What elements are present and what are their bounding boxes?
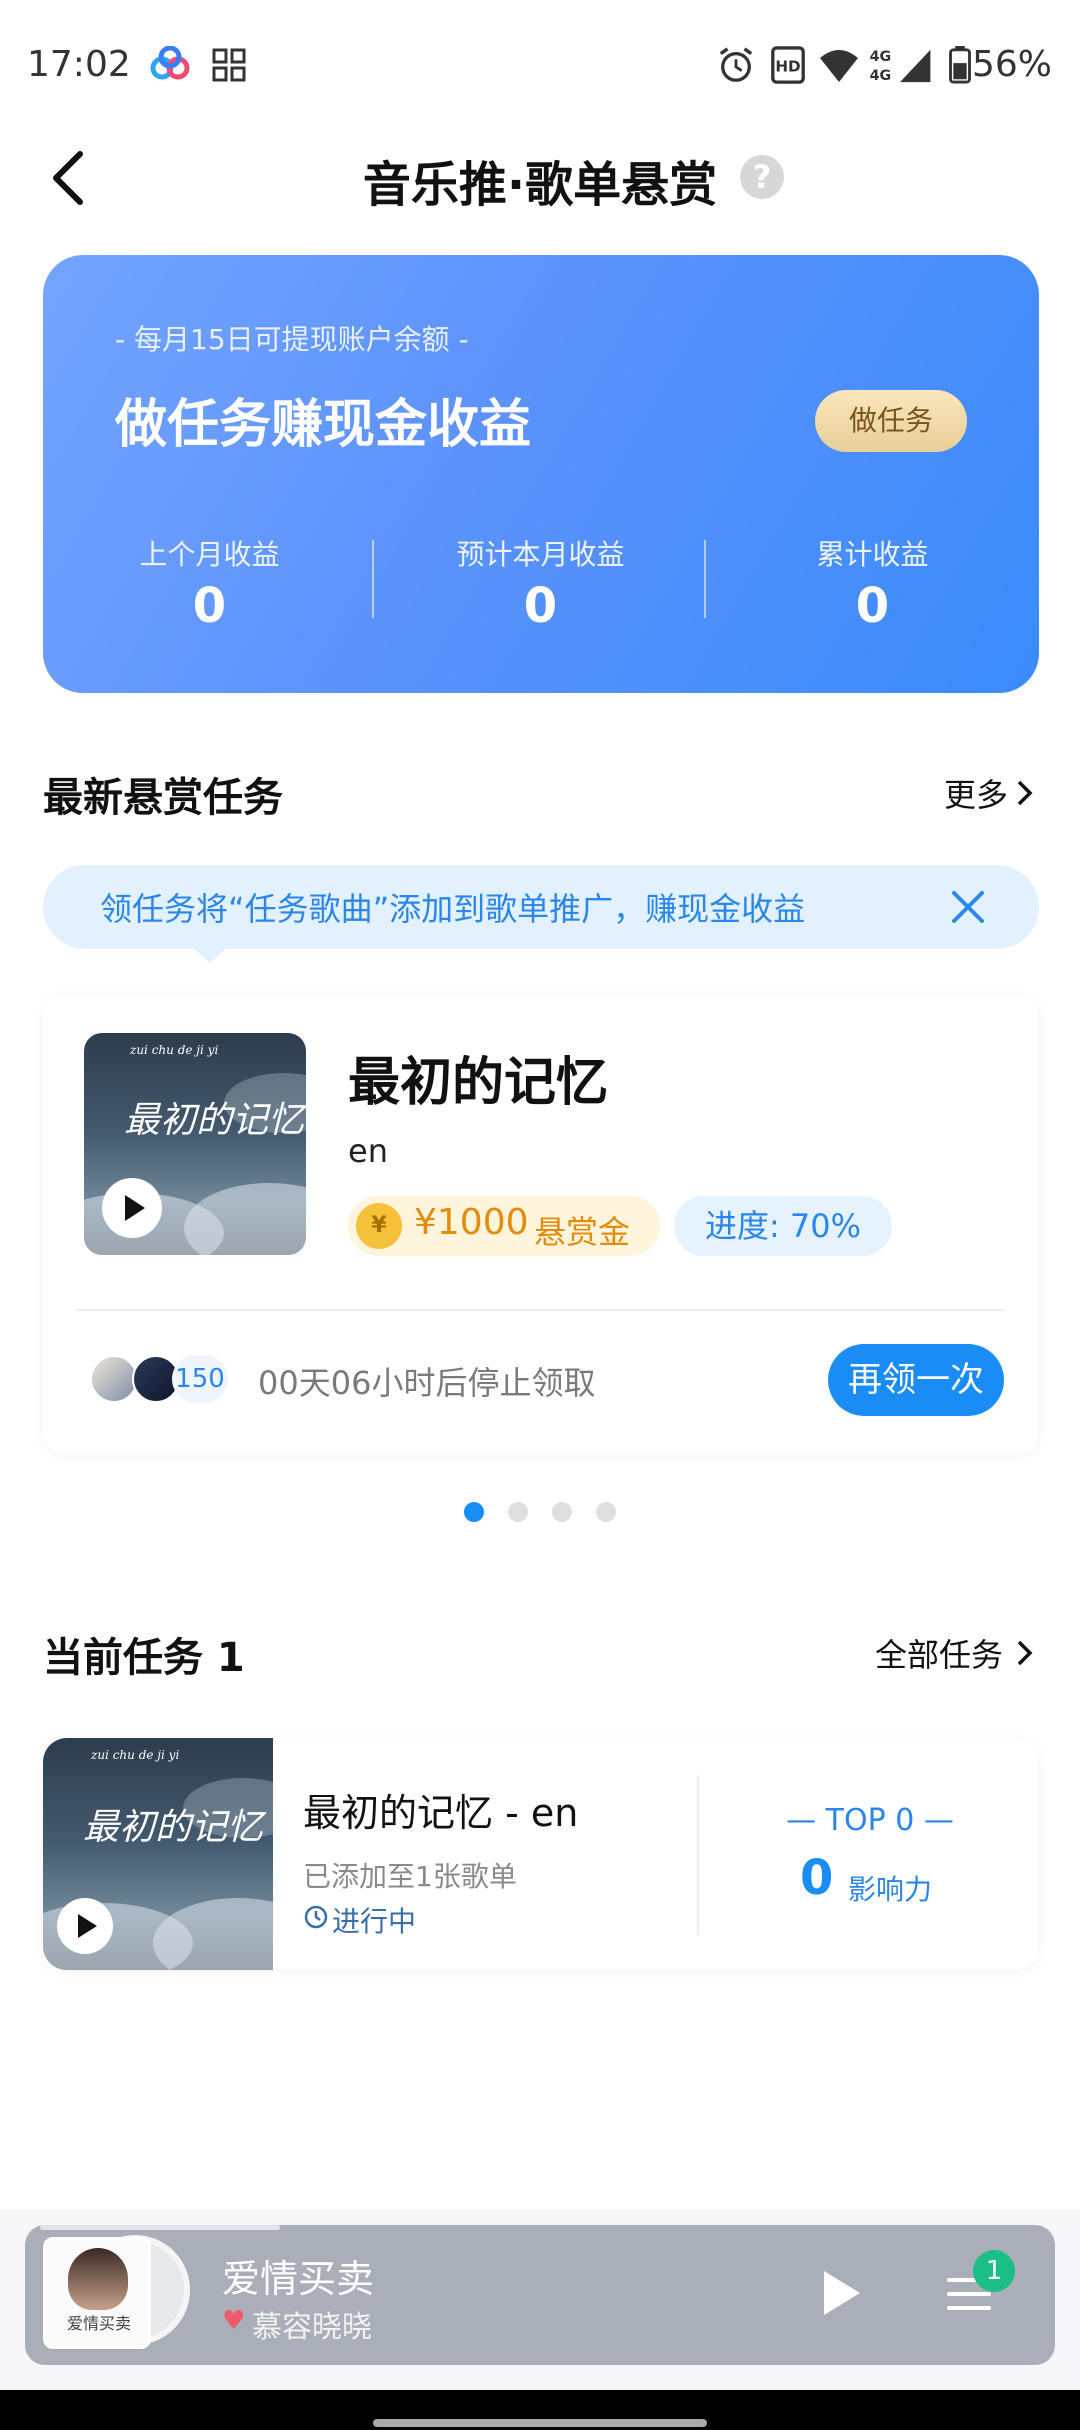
alarm-icon (719, 47, 753, 82)
signal-icon: 4G 4G (870, 49, 931, 84)
carousel-dot[interactable] (464, 1502, 484, 1522)
svg-text:4G: 4G (870, 49, 892, 65)
task-status: 进行中 (332, 1905, 417, 1938)
play-icon[interactable] (820, 2268, 864, 2318)
last-month-label: 上个月收益 (139, 538, 280, 571)
more-link[interactable]: 更多 (944, 770, 1008, 816)
carousel-dot[interactable] (552, 1502, 572, 1522)
status-time: 17:02 (27, 44, 131, 85)
heart-icon[interactable]: ♥ (222, 2306, 245, 2336)
player-song-title: 爱情买卖 (222, 2257, 375, 2301)
play-icon[interactable] (102, 1178, 162, 1238)
coin-icon: ¥ (356, 1203, 402, 1249)
album-cover[interactable]: zui chu de ji yi 最初的记忆 (43, 1738, 273, 1970)
latest-tasks-title: 最新悬赏任务 (43, 775, 283, 821)
bounty-amount: ¥1000 (414, 1202, 529, 1243)
card-divider (77, 1309, 1005, 1311)
card-divider (697, 1775, 699, 1935)
claim-countdown: 00天06小时后停止领取 (258, 1364, 596, 1402)
influence-score: 0 (800, 1850, 834, 1906)
avatar (90, 1355, 138, 1403)
svg-text:HD: HD (775, 58, 800, 76)
chevron-right-icon[interactable] (1015, 778, 1035, 808)
album-cover[interactable]: zui chu de ji yi 最初的记忆 (84, 1033, 306, 1255)
svg-text:4G: 4G (870, 68, 892, 84)
bounty-label: 悬赏金 (534, 1213, 631, 1251)
task-song-title: 最初的记忆 - en (303, 1791, 579, 1835)
chevron-right-icon[interactable] (1015, 1638, 1035, 1668)
current-tasks-title: 当前任务 1 (43, 1635, 245, 1681)
app-logo-icon (150, 46, 190, 80)
this-month-label: 预计本月收益 (456, 538, 625, 571)
progress-badge: 进度: 70% (674, 1196, 892, 1256)
this-month-value: 0 (523, 578, 558, 634)
clock-icon (304, 1905, 328, 1929)
participant-count: 150 (172, 1355, 228, 1403)
rank-label: — TOP 0 — (786, 1803, 954, 1838)
close-icon[interactable] (946, 885, 990, 929)
carousel-dot[interactable] (508, 1502, 528, 1522)
earnings-subtitle: - 每月15日可提现账户余额 - (115, 323, 469, 356)
claim-again-button[interactable]: 再领一次 (828, 1344, 1004, 1416)
play-icon[interactable] (57, 1898, 113, 1954)
tip-pointer (192, 947, 228, 963)
queue-badge: 1 (973, 2250, 1015, 2292)
player-artist: 慕容晓晓 (252, 2310, 372, 2345)
grid-icon (212, 48, 246, 82)
do-task-button[interactable]: 做任务 (815, 390, 967, 452)
carousel-dot[interactable] (596, 1502, 616, 1522)
battery-percent: 56% (971, 44, 1052, 85)
song-artist: en (348, 1132, 388, 1170)
influence-label: 影响力 (848, 1873, 933, 1906)
tip-text: 领任务将“任务歌曲”添加到歌单推广，赚现金收益 (100, 890, 806, 928)
battery-icon (949, 46, 971, 84)
player-progress (40, 2225, 280, 2230)
all-tasks-link[interactable]: 全部任务 (875, 1630, 1003, 1676)
help-icon[interactable]: ? (740, 155, 784, 199)
total-earnings-value: 0 (855, 578, 890, 634)
task-added-info: 已添加至1张歌单 (303, 1860, 517, 1893)
now-playing-thumb[interactable]: 爱情买卖 (43, 2237, 151, 2349)
page-title: 音乐推·歌单悬赏 (362, 157, 718, 213)
earnings-headline: 做任务赚现金收益 (115, 395, 532, 455)
total-earnings-label: 累计收益 (816, 538, 929, 571)
last-month-value: 0 (192, 578, 227, 634)
nfc-icon: HD (771, 46, 805, 84)
song-title: 最初的记忆 (348, 1053, 609, 1113)
home-handle[interactable] (373, 2419, 707, 2427)
wifi-icon (820, 50, 858, 82)
